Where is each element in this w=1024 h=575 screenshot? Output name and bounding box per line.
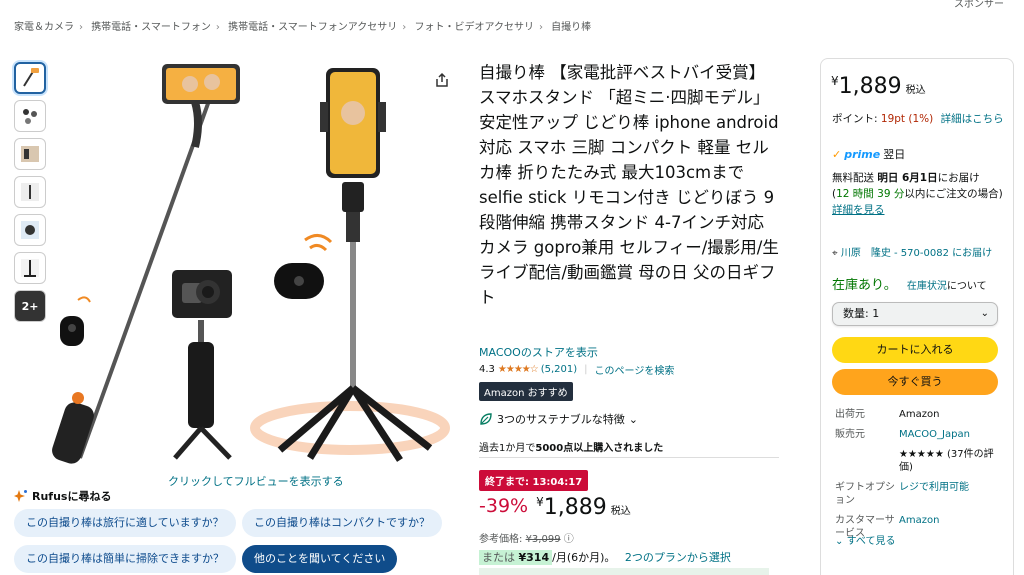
thumbnail-3[interactable] xyxy=(14,138,46,170)
price-row: -39% ¥1,889 税込 xyxy=(479,495,631,520)
stock-status-link[interactable]: 在庫状況 xyxy=(907,281,947,292)
bought-count: 過去1か月で5000点以上購入されました xyxy=(479,443,664,454)
chevron-down-icon: ⌄ xyxy=(628,412,638,426)
thumbnail-5[interactable] xyxy=(14,214,46,246)
rating-row: 4.3 ★★★★☆ (5,201) | このページを検索 xyxy=(479,362,675,377)
thumbnail-4[interactable] xyxy=(14,176,46,208)
breadcrumb: 家電＆カメラ › 携帯電話・スマートフォン › 携帯電話・スマートフォンアクセサリ ›… xyxy=(14,22,592,33)
buy-now-button[interactable]: 今すぐ買う xyxy=(832,369,998,395)
info-row: ギフトオプション レジで利用可能 xyxy=(835,482,969,506)
leaf-icon xyxy=(480,413,492,425)
sponsor-label: スポンサー xyxy=(954,0,1004,10)
breadcrumb-item[interactable]: フォト・ビデオアクセサリ xyxy=(414,22,534,33)
rufus-question-chip[interactable]: この自撮り棒は旅行に適していますか？ xyxy=(14,509,236,537)
breadcrumb-item[interactable]: 携帯電話・スマートフォンアクセサリ xyxy=(228,22,397,33)
info-row: 販売元 MACOO_Japan xyxy=(835,428,999,441)
reference-price: 参考価格: ¥3,099 ⓘ xyxy=(479,534,574,545)
rufus-question-chip[interactable]: この自撮り棒は簡単に掃除できますか？ xyxy=(14,545,236,573)
check-icon: ✓ xyxy=(832,147,842,161)
thumbnail-strip: 2+ xyxy=(14,62,46,328)
thumbnail-2[interactable] xyxy=(14,100,46,132)
delivery-info: 無料配送 明日 6月1日にお届け (12 時間 39 分以内にご注文の場合) 詳… xyxy=(832,172,1003,216)
search-page-link[interactable]: このページを検索 xyxy=(595,362,675,377)
see-all-link[interactable]: ⌄ すべて見る xyxy=(835,532,895,547)
discount-percent: -39% xyxy=(479,495,529,517)
installment-plans-link[interactable]: 2つのプランから選択 xyxy=(625,551,731,564)
installment-row: または ¥314/月(6か月)。 2つのプランから選択 xyxy=(479,549,731,565)
rating-stars[interactable]: ★★★★☆ xyxy=(498,364,539,375)
fullview-link[interactable]: クリックしてフルビューを表示する xyxy=(168,473,344,489)
review-count-link[interactable]: (5,201) xyxy=(541,364,577,375)
amazon-choice-badge: Amazon おすすめ xyxy=(479,382,573,401)
product-title: 自撮り棒 【家電批評ベストバイ受賞】 スマホスタンド 「超ミニ·四脚モデル」安定… xyxy=(479,63,779,307)
breadcrumb-item[interactable]: 自撮り棒 xyxy=(551,22,591,33)
rufus-ask-other-button[interactable]: 他のことを聞いてください xyxy=(242,545,398,573)
thumbnail-6[interactable] xyxy=(14,252,46,284)
sparkle-icon xyxy=(14,490,27,502)
main-product-image[interactable] xyxy=(50,58,470,470)
chevron-down-icon: ⌄ xyxy=(980,308,989,319)
seller-rating[interactable]: ★★★★★ (37件の評価) xyxy=(899,448,999,474)
points-details-link[interactable]: 詳細はこちら xyxy=(941,113,1004,125)
delivery-details-link[interactable]: 詳細を見る xyxy=(832,204,885,216)
info-row: 出荷元 Amazon xyxy=(835,409,940,420)
deal-timer-badge: 終了まで: 13:04:17 xyxy=(479,470,589,491)
add-to-cart-button[interactable]: カートに入れる xyxy=(832,337,998,363)
location-pin-icon: ⌖ xyxy=(832,248,838,259)
breadcrumb-item[interactable]: 携帯電話・スマートフォン xyxy=(91,22,211,33)
buybox-price: ¥1,889 税込 xyxy=(831,74,926,99)
product-price: ¥1,889 税込 xyxy=(536,495,631,520)
seller-info: 出荷元 Amazon 販売元 MACOO_Japan ★★★★★ (37件の評価) … xyxy=(835,408,999,547)
rufus-header: Rufusに尋ねる xyxy=(14,488,111,504)
more-images-button[interactable]: 2+ xyxy=(14,290,46,322)
info-icon[interactable]: ⓘ xyxy=(564,534,574,545)
delivery-address-link[interactable]: ⌖ 川原 隆史 - 570-0082 にお届け xyxy=(832,244,992,259)
quantity-select[interactable]: 数量: 1 ⌄ xyxy=(832,302,998,326)
sustainability-features[interactable]: 3つのサステナブルな特徴 ⌄ xyxy=(479,411,638,427)
breadcrumb-item[interactable]: 家電＆カメラ xyxy=(14,22,74,33)
share-icon[interactable] xyxy=(434,72,450,88)
divider xyxy=(479,457,779,458)
promo-banner xyxy=(479,568,769,575)
prime-badge: ✓ prime 翌日 xyxy=(832,147,906,162)
rufus-title: Rufusに尋ねる xyxy=(32,490,112,503)
stock-status: 在庫あり。 在庫状況について xyxy=(832,278,987,293)
points-info: ポイント: 19pt (1%) 詳細はこちら xyxy=(832,113,1004,125)
seller-link[interactable]: MACOO_Japan xyxy=(899,428,999,441)
info-row: ★★★★★ (37件の評価) xyxy=(835,448,999,474)
sustainability-label: 3つのサステナブルな特徴 xyxy=(497,413,625,426)
rating-value: 4.3 xyxy=(479,364,495,375)
store-link[interactable]: MACOOのストアを表示 xyxy=(479,344,598,360)
thumbnail-1[interactable] xyxy=(14,62,46,94)
rufus-question-chip[interactable]: この自撮り棒はコンパクトですか？ xyxy=(242,509,442,537)
